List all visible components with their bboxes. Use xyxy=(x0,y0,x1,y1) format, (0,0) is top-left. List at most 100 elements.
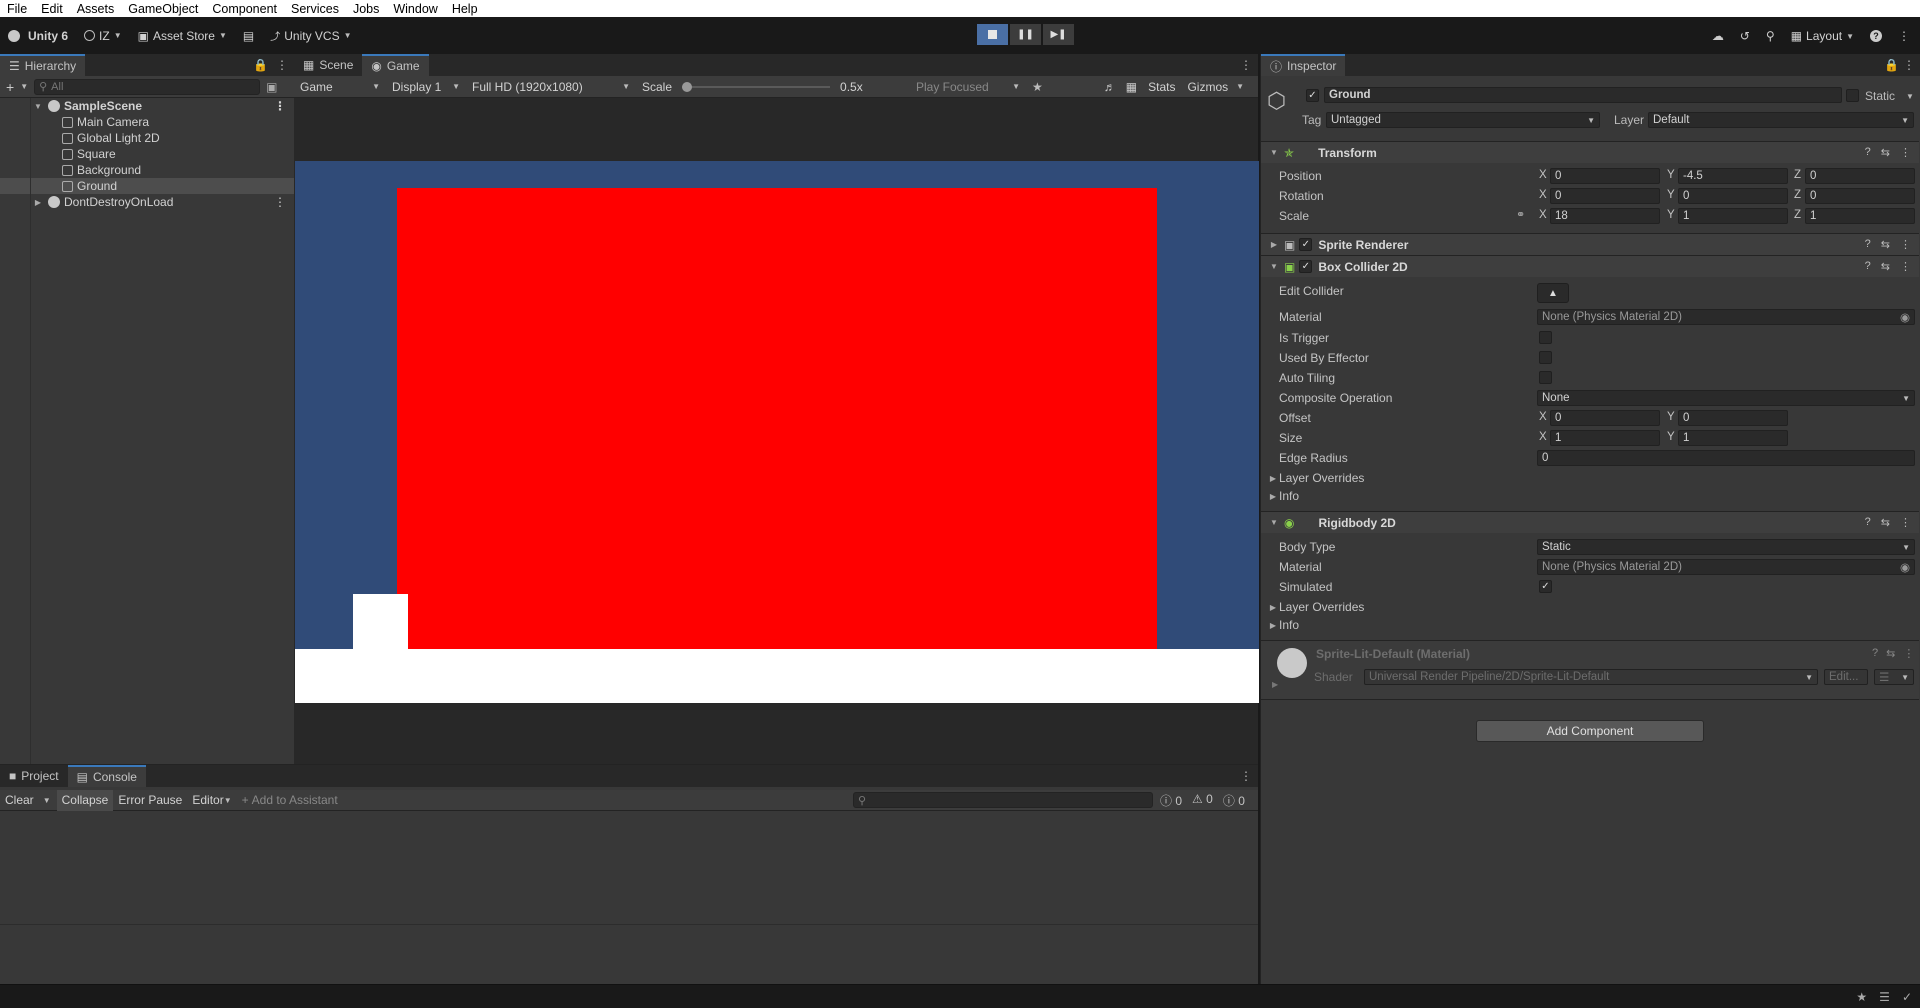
tab-console[interactable]: ▤ Console xyxy=(67,765,146,787)
chevron-down-icon[interactable]: ▼ xyxy=(20,82,28,91)
play-button[interactable] xyxy=(977,24,1008,45)
bug-icon[interactable]: ★ xyxy=(1026,80,1049,94)
sprite-renderer-header[interactable]: ▶ ▣ ✓ Sprite Renderer ? ⇆ ⋮ xyxy=(1261,233,1919,255)
lock-icon[interactable]: 🔒 xyxy=(253,58,268,72)
more-icon[interactable]: ⋮ xyxy=(1903,58,1915,72)
package-button[interactable]: ▤ xyxy=(235,25,262,47)
size-x-field[interactable]: 1 xyxy=(1550,430,1660,446)
shader-dropdown[interactable]: Universal Render Pipeline/2D/Sprite-Lit-… xyxy=(1364,669,1818,685)
help-icon[interactable]: ? xyxy=(1872,647,1878,660)
tag-dropdown[interactable]: Untagged ▼ xyxy=(1326,112,1600,128)
unity-version-button[interactable]: Unity 6 xyxy=(0,25,76,47)
position-y-field[interactable]: -4.5 xyxy=(1678,168,1788,184)
help-icon[interactable]: ? xyxy=(1865,516,1871,529)
more-icon[interactable]: ⋮ xyxy=(1900,238,1911,251)
rotation-z-field[interactable]: 0 xyxy=(1805,188,1915,204)
position-z-field[interactable]: 0 xyxy=(1805,168,1915,184)
clear-button[interactable]: Clear xyxy=(0,790,39,811)
scene-visibility-icon[interactable]: ▣ xyxy=(266,80,277,94)
list-item[interactable]: Square xyxy=(0,146,294,162)
active-checkbox[interactable]: ✓ xyxy=(1306,89,1319,102)
composite-operation-dropdown[interactable]: None ▼ xyxy=(1537,390,1915,406)
help-icon[interactable]: ? xyxy=(1865,260,1871,273)
menu-jobs[interactable]: Jobs xyxy=(346,2,386,16)
body-type-dropdown[interactable]: Static ▼ xyxy=(1537,539,1915,555)
grid-icon[interactable]: ▦ xyxy=(1121,80,1142,94)
collapse-button[interactable]: Collapse xyxy=(56,789,114,811)
layout-dropdown[interactable]: ▦ Layout ▼ xyxy=(1791,25,1854,47)
edit-collider-button[interactable]: ▲ xyxy=(1537,283,1569,303)
is-trigger-checkbox[interactable] xyxy=(1539,331,1552,344)
offset-x-field[interactable]: 0 xyxy=(1550,410,1660,426)
preset-icon[interactable]: ⇆ xyxy=(1886,647,1895,660)
rb-material-field[interactable]: None (Physics Material 2D) ◉ xyxy=(1537,559,1915,575)
chevron-down-icon[interactable]: ▼ xyxy=(39,796,57,805)
static-checkbox[interactable] xyxy=(1846,89,1859,102)
game-view-select[interactable]: Game ▼ xyxy=(294,76,386,98)
tab-inspector[interactable]: ⓘ Inspector xyxy=(1261,54,1346,76)
rb-info-foldout[interactable]: ▶ Info xyxy=(1267,616,1299,634)
collider-info-foldout[interactable]: ▶ Info xyxy=(1267,487,1299,505)
menu-services[interactable]: Services xyxy=(284,2,346,16)
preset-icon[interactable]: ⇆ xyxy=(1881,238,1890,251)
error-count-toggle[interactable]: ⓘ 0 xyxy=(1160,792,1182,809)
cloud-icon[interactable]: ☁ xyxy=(1712,29,1724,43)
add-icon[interactable]: + xyxy=(6,79,14,95)
console-search-input[interactable]: ⚲ xyxy=(853,792,1153,808)
add-component-button[interactable]: Add Component xyxy=(1476,720,1704,742)
stats-button[interactable]: Stats xyxy=(1142,76,1181,98)
preset-icon[interactable]: ⇆ xyxy=(1881,260,1890,273)
editor-dropdown[interactable]: Editor ▼ xyxy=(187,790,236,811)
more-icon[interactable]: ⋮ xyxy=(1903,647,1914,660)
auto-tiling-checkbox[interactable] xyxy=(1539,371,1552,384)
object-name-field[interactable]: Ground xyxy=(1324,87,1842,103)
used-by-effector-checkbox[interactable] xyxy=(1539,351,1552,364)
transform-header[interactable]: ▼ ✯ Transform ? ⇆ ⋮ xyxy=(1261,141,1919,163)
menu-file[interactable]: File xyxy=(0,2,34,16)
log-count-toggle[interactable]: ⓘ 0 xyxy=(1223,792,1245,809)
scale-z-field[interactable]: 1 xyxy=(1805,208,1915,224)
more-icon[interactable]: ⋮ xyxy=(276,58,288,72)
object-picker-icon[interactable]: ◉ xyxy=(1900,560,1910,574)
search-icon[interactable]: ⚲ xyxy=(1766,29,1775,43)
chevron-down-icon[interactable]: ▼ xyxy=(1234,82,1244,91)
ddol-row[interactable]: ▶ DontDestroyOnLoad ⋮ xyxy=(0,194,294,210)
slider-thumb[interactable] xyxy=(682,81,693,92)
progress-icon[interactable]: ☰ xyxy=(1879,990,1890,1004)
game-render[interactable] xyxy=(295,161,1259,703)
rotation-y-field[interactable]: 0 xyxy=(1678,188,1788,204)
collapsed-arrow-icon[interactable]: ▶ xyxy=(1272,680,1278,689)
add-to-assistant-button[interactable]: + Add to Assistant xyxy=(237,790,343,811)
more-icon[interactable]: ⋮ xyxy=(1900,516,1911,529)
history-icon[interactable]: ↺ xyxy=(1740,29,1750,43)
mute-audio-icon[interactable]: ♬ xyxy=(1099,80,1121,94)
collider-layer-overrides-foldout[interactable]: ▶ Layer Overrides xyxy=(1267,469,1364,487)
rigidbody-header[interactable]: ▼ ◉ Rigidbody 2D ? ⇆ ⋮ xyxy=(1261,511,1919,533)
link-icon[interactable]: ⚭ xyxy=(1516,208,1525,221)
box-collider-enabled-checkbox[interactable]: ✓ xyxy=(1299,260,1313,273)
lock-icon[interactable]: 🔒 xyxy=(1884,58,1899,72)
tab-game[interactable]: ◉ Game xyxy=(362,54,429,76)
menu-component[interactable]: Component xyxy=(205,2,284,16)
list-item-selected[interactable]: Ground xyxy=(0,178,294,194)
menu-help[interactable]: Help xyxy=(445,2,485,16)
more-icon[interactable]: ⋮ xyxy=(1900,146,1911,159)
more-icon[interactable]: ⋮ xyxy=(274,195,286,209)
scale-y-field[interactable]: 1 xyxy=(1678,208,1788,224)
tab-project[interactable]: ■ Project xyxy=(0,765,68,787)
preset-icon[interactable]: ⇆ xyxy=(1881,516,1890,529)
position-x-field[interactable]: 0 xyxy=(1550,168,1660,184)
scale-x-field[interactable]: 18 xyxy=(1550,208,1660,224)
menu-assets[interactable]: Assets xyxy=(70,2,122,16)
asset-store-button[interactable]: ▣ Asset Store ▼ xyxy=(130,25,235,47)
menu-edit[interactable]: Edit xyxy=(34,2,70,16)
list-item[interactable]: Main Camera xyxy=(0,114,294,130)
step-button[interactable]: ▶❚ xyxy=(1043,24,1074,45)
more-icon[interactable]: ⋮ xyxy=(1900,260,1911,273)
rb-layer-overrides-foldout[interactable]: ▶ Layer Overrides xyxy=(1267,598,1364,616)
simulated-checkbox[interactable]: ✓ xyxy=(1539,580,1552,593)
layer-dropdown[interactable]: Default ▼ xyxy=(1648,112,1914,128)
box-collider-header[interactable]: ▼ ▣ ✓ Box Collider 2D ? ⇆ ⋮ xyxy=(1261,255,1919,277)
help-icon[interactable]: ? xyxy=(1865,146,1871,159)
shader-options-dropdown[interactable]: ☰ ▼ xyxy=(1874,669,1914,685)
